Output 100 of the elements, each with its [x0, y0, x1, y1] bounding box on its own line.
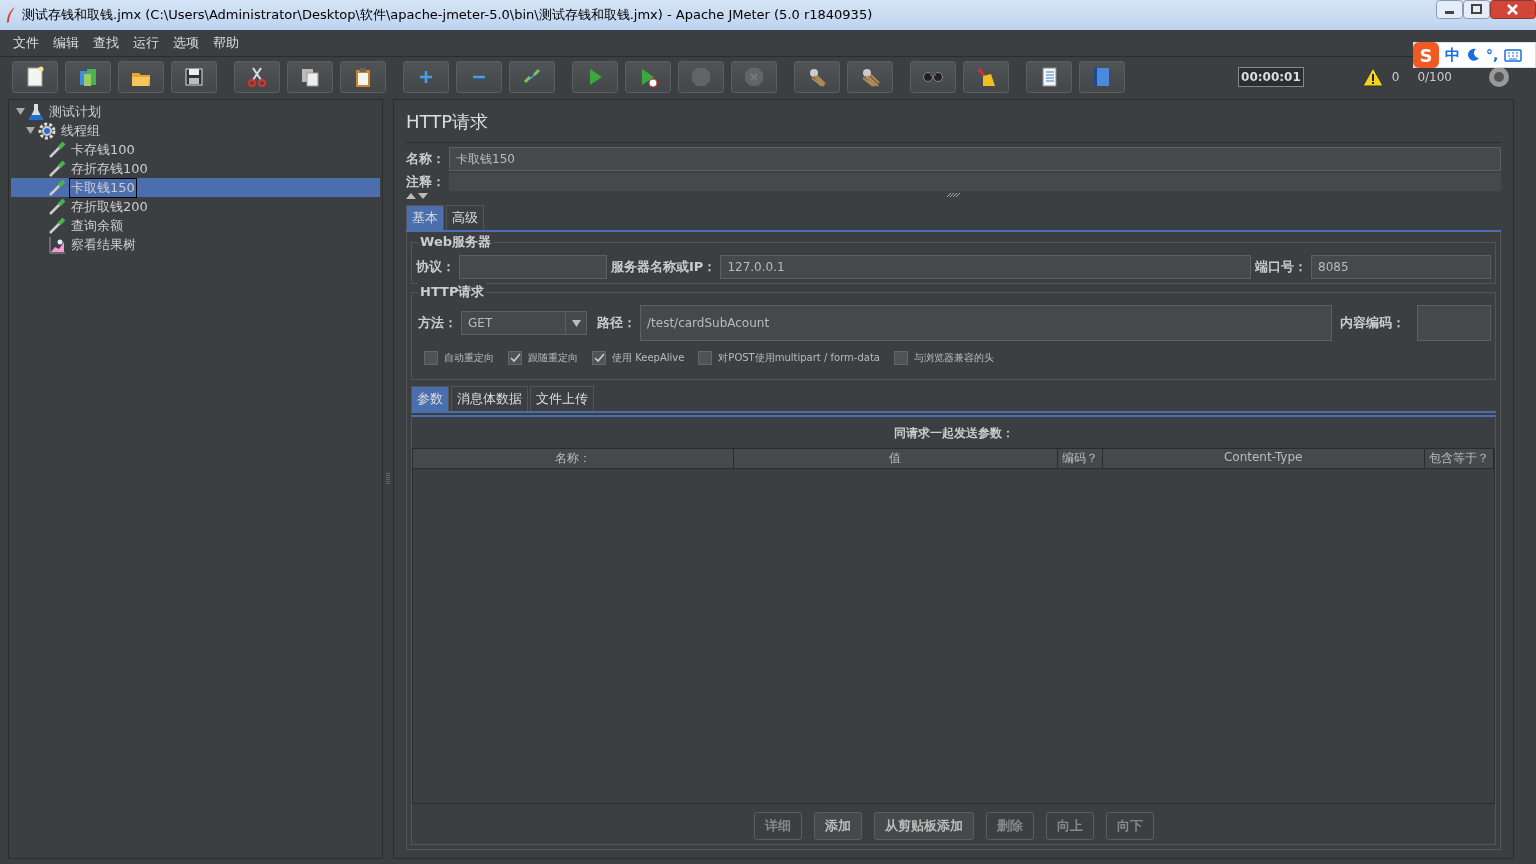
toolbar-button[interactable] — [625, 61, 671, 93]
tree-item-selected[interactable]: 卡取钱150 — [11, 178, 380, 197]
elapsed-time: 00:00:01 — [1238, 67, 1304, 87]
check-icon — [509, 353, 521, 363]
caret-icon — [571, 319, 581, 327]
group-title: Web服务器 — [418, 233, 493, 251]
pipette-icon — [48, 216, 66, 235]
thread-count: 0/100 — [1417, 70, 1452, 84]
toolbar-button[interactable] — [12, 61, 58, 93]
punctuation-mode[interactable]: °, — [1486, 47, 1499, 63]
tree-item[interactable]: 存折取钱200 — [11, 197, 380, 216]
tree-item[interactable]: 查询余额 — [11, 216, 380, 235]
table-caption: 同请求一起发送参数： — [893, 425, 1014, 442]
method-dropdown[interactable]: GET — [461, 311, 587, 335]
checkbox-label: 自动重定向 — [444, 351, 494, 365]
toolbar-button[interactable] — [963, 61, 1009, 93]
toolbar-button[interactable] — [234, 61, 280, 93]
pipette-icon — [48, 197, 66, 216]
close-button[interactable] — [1490, 0, 1536, 19]
protocol-field[interactable] — [459, 255, 607, 279]
collapse-arrows-icon[interactable] — [406, 191, 430, 199]
checkbox-label: 与浏览器兼容的头 — [913, 351, 994, 365]
checkbox-label: 对POST使用multipart / form-data — [718, 351, 880, 365]
field-label: 注释： — [406, 173, 445, 191]
menu-item[interactable]: 文件 — [6, 34, 46, 52]
field-label: 端口号： — [1255, 258, 1307, 276]
checkbox-label: 使用 KeepAlive — [612, 351, 685, 365]
menu-item[interactable]: 编辑 — [46, 34, 86, 52]
splitter-grip[interactable] — [386, 472, 390, 486]
column-header[interactable]: Content-Type — [1102, 449, 1425, 468]
keyboard-icon[interactable] — [1504, 48, 1523, 62]
field-label: 路径： — [597, 314, 636, 332]
port-field[interactable]: 8085 — [1311, 255, 1491, 279]
toolbar-button[interactable] — [847, 61, 893, 93]
checkbox[interactable] — [698, 351, 713, 365]
field-label: 服务器名称或IP： — [611, 258, 717, 276]
group-title: HTTP请求 — [418, 283, 487, 301]
tree-item[interactable]: 测试计划 — [11, 102, 380, 121]
maximize-button[interactable] — [1463, 0, 1490, 19]
checkbox[interactable] — [893, 351, 908, 365]
tab[interactable]: 参数 — [411, 386, 449, 411]
stop-icon — [690, 66, 712, 88]
gear-icon — [38, 121, 56, 140]
tree-item[interactable]: 卡存钱100 — [11, 140, 380, 159]
expanded-icon[interactable] — [25, 126, 35, 135]
shutdown-icon — [743, 66, 765, 88]
tab[interactable]: 高级 — [446, 205, 484, 230]
checkbox[interactable] — [592, 351, 606, 365]
search-icon — [923, 72, 943, 82]
toolbar-button[interactable] — [340, 61, 386, 93]
warning-icon[interactable] — [1361, 67, 1384, 87]
save-icon — [183, 66, 205, 88]
toolbar-button[interactable] — [794, 61, 840, 93]
checkbox[interactable] — [508, 351, 522, 365]
tab[interactable]: 消息体数据 — [451, 386, 528, 411]
copy-icon — [299, 66, 321, 88]
menu-item[interactable]: 帮助 — [206, 34, 246, 52]
toolbar-button[interactable] — [118, 61, 164, 93]
new-icon — [24, 66, 46, 88]
ime-logo[interactable]: S — [1413, 42, 1439, 68]
checkbox-label: 跟随重定向 — [528, 351, 578, 365]
tree-item[interactable]: 察看结果树 — [11, 235, 380, 254]
pipette-icon — [48, 178, 66, 197]
tab[interactable]: 文件上传 — [530, 386, 594, 411]
chart-icon — [48, 235, 66, 254]
menu-item[interactable]: 查找 — [86, 34, 126, 52]
path-field[interactable]: /test/cardSubAcount — [640, 305, 1332, 341]
column-header[interactable]: 编码？ — [1058, 449, 1103, 468]
toolbar-button[interactable] — [1026, 61, 1072, 93]
server-field[interactable]: 127.0.0.1 — [720, 255, 1251, 279]
column-header[interactable]: 值 — [733, 449, 1059, 468]
checkbox[interactable] — [424, 351, 438, 365]
expanded-icon[interactable] — [15, 107, 25, 116]
column-header[interactable]: 名称： — [413, 449, 734, 468]
templates-icon — [77, 66, 99, 88]
tree-item[interactable]: 线程组 — [11, 121, 380, 140]
pipette-icon — [48, 159, 66, 178]
field-label: 名称： — [406, 150, 445, 168]
feather-icon — [6, 7, 16, 23]
encoding-field[interactable] — [1417, 305, 1491, 341]
toolbar-button[interactable] — [171, 61, 217, 93]
grip-icon[interactable] — [947, 193, 961, 197]
collapse-icon — [472, 75, 486, 79]
pipette-icon — [48, 140, 66, 159]
table-action-button[interactable]: 添加 — [813, 812, 862, 840]
tab[interactable]: 基本 — [406, 205, 444, 230]
minimize-button[interactable] — [1436, 0, 1463, 19]
toolbar-button[interactable] — [65, 61, 111, 93]
field-label: 协议： — [416, 258, 455, 276]
field-label: 内容编码： — [1340, 314, 1405, 332]
toolbar-button[interactable] — [287, 61, 333, 93]
name-field[interactable]: 卡取钱150 — [449, 147, 1501, 171]
column-header[interactable]: 包含等于？ — [1424, 449, 1494, 468]
moon-icon[interactable] — [1466, 48, 1480, 62]
menu-item[interactable]: 运行 — [126, 34, 166, 52]
tree-item[interactable]: 存折存钱100 — [11, 159, 380, 178]
field-label: 方法： — [418, 314, 457, 332]
table-action-button[interactable]: 从剪贴板添加 — [873, 812, 974, 840]
input-mode[interactable]: 中 — [1445, 45, 1460, 65]
menu-item[interactable]: 选项 — [166, 34, 206, 52]
